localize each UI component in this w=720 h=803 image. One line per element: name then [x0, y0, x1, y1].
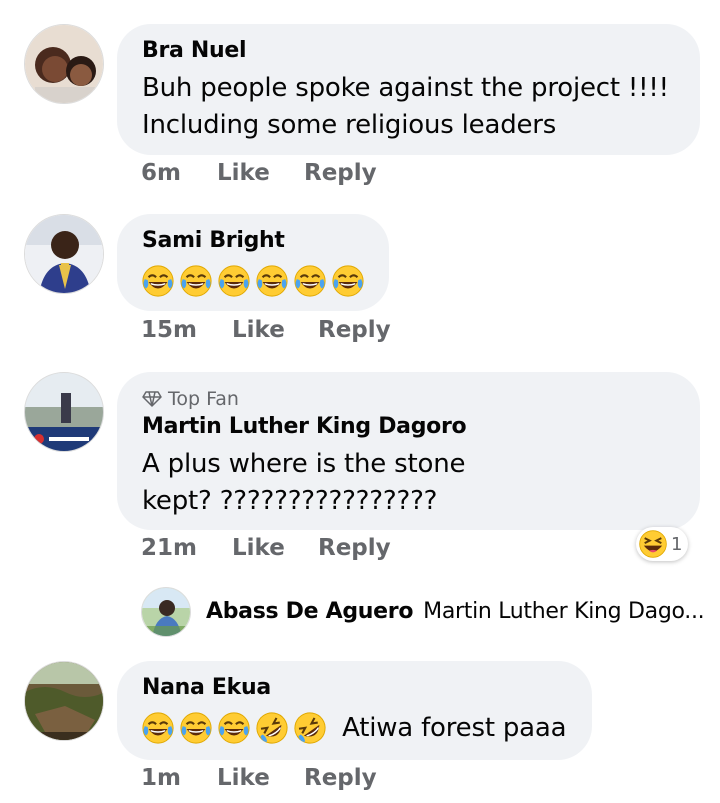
comment-text-line: A plus where is the stone [142, 449, 466, 479]
comment-author[interactable]: Bra Nuel [142, 38, 247, 63]
comment-bubble[interactable]: Nana Ekua Atiwa forest paaa [117, 661, 592, 760]
diamond-icon [142, 391, 162, 407]
emoji-row [141, 264, 369, 298]
comment-actions: 1m Like Reply [0, 765, 720, 795]
like-button[interactable]: Like [217, 160, 270, 186]
rofl-emoji-icon [293, 711, 327, 745]
reply-button[interactable]: Reply [318, 317, 391, 343]
joy-emoji-icon [179, 264, 213, 298]
joy-emoji-icon [331, 264, 365, 298]
joy-emoji-icon [217, 711, 251, 745]
avatar[interactable] [24, 661, 104, 741]
comment-actions: 21m Like Reply [0, 535, 720, 565]
comment-text-line: Including some religious leaders [142, 110, 557, 140]
comment-actions: 15m Like Reply [0, 317, 720, 347]
top-fan-label: Top Fan [168, 388, 239, 410]
comment-text: Atiwa forest paaa [342, 713, 567, 743]
comment-bubble[interactable]: Sami Bright [117, 214, 389, 311]
like-button[interactable]: Like [232, 317, 285, 343]
comment-author[interactable]: Sami Bright [142, 228, 285, 253]
joy-emoji-icon [255, 264, 289, 298]
comment-bubble[interactable]: Top Fan Martin Luther King Dagoro A plus… [117, 372, 700, 530]
reply-button[interactable]: Reply [318, 535, 391, 561]
comment-time[interactable]: 1m [141, 765, 181, 791]
rofl-emoji-icon [255, 711, 289, 745]
comment-author[interactable]: Nana Ekua [142, 675, 271, 700]
top-fan-badge: Top Fan [142, 388, 239, 410]
comment-actions: 6m Like Reply [0, 160, 720, 190]
reply-preview[interactable]: Abass De Aguero Martin Luther King Dago.… [0, 587, 720, 639]
joy-emoji-icon [141, 264, 175, 298]
like-button[interactable]: Like [232, 535, 285, 561]
joy-emoji-icon [179, 711, 213, 745]
comment-text-line: Buh people spoke against the project !!!… [142, 73, 669, 103]
reply-snippet: Martin Luther King Dago... [423, 599, 705, 624]
comment-time[interactable]: 21m [141, 535, 197, 561]
like-button[interactable]: Like [217, 765, 270, 791]
reply-author[interactable]: Abass De Aguero [206, 599, 413, 624]
reply-preview-text: Abass De Aguero Martin Luther King Dago.… [206, 599, 705, 624]
avatar[interactable] [141, 587, 191, 637]
reply-button[interactable]: Reply [304, 160, 377, 186]
comment-author[interactable]: Martin Luther King Dagoro [142, 414, 467, 439]
avatar[interactable] [24, 214, 104, 294]
avatar[interactable] [24, 24, 104, 104]
joy-emoji-icon [293, 264, 327, 298]
emoji-row: Atiwa forest paaa [141, 711, 567, 745]
comment-time[interactable]: 6m [141, 160, 181, 186]
comment-text-line: kept? ???????????????? [142, 486, 438, 516]
joy-emoji-icon [141, 711, 175, 745]
comment-time[interactable]: 15m [141, 317, 197, 343]
reply-button[interactable]: Reply [304, 765, 377, 791]
avatar[interactable] [24, 372, 104, 452]
joy-emoji-icon [217, 264, 251, 298]
comment-bubble[interactable]: Bra Nuel Buh people spoke against the pr… [117, 24, 700, 155]
